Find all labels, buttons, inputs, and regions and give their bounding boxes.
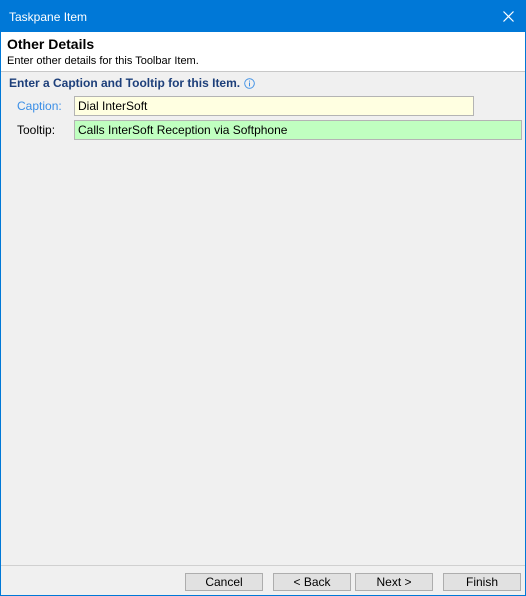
caption-input[interactable] (74, 96, 474, 116)
caption-label: Caption: (17, 99, 62, 113)
wizard-header: Other Details Enter other details for th… (1, 32, 525, 72)
section-heading: Enter a Caption and Tooltip for this Ite… (9, 76, 255, 91)
window-title: Taskpane Item (9, 10, 88, 24)
tooltip-input[interactable] (74, 120, 522, 140)
section-heading-text: Enter a Caption and Tooltip for this Ite… (9, 76, 241, 90)
page-subtitle: Enter other details for this Toolbar Ite… (7, 55, 199, 67)
dialog-window: Taskpane Item Other Details Enter other … (0, 0, 526, 596)
finish-button[interactable]: Finish (443, 573, 521, 591)
close-button[interactable] (491, 1, 525, 32)
back-button[interactable]: < Back (273, 573, 351, 591)
page-title: Other Details (7, 36, 95, 52)
tooltip-label: Tooltip: (17, 123, 56, 137)
info-icon[interactable] (244, 78, 255, 89)
cancel-button[interactable]: Cancel (185, 573, 263, 591)
close-icon (502, 11, 514, 22)
title-bar[interactable]: Taskpane Item (1, 1, 525, 32)
next-button[interactable]: Next > (355, 573, 433, 591)
footer-divider (1, 565, 525, 566)
